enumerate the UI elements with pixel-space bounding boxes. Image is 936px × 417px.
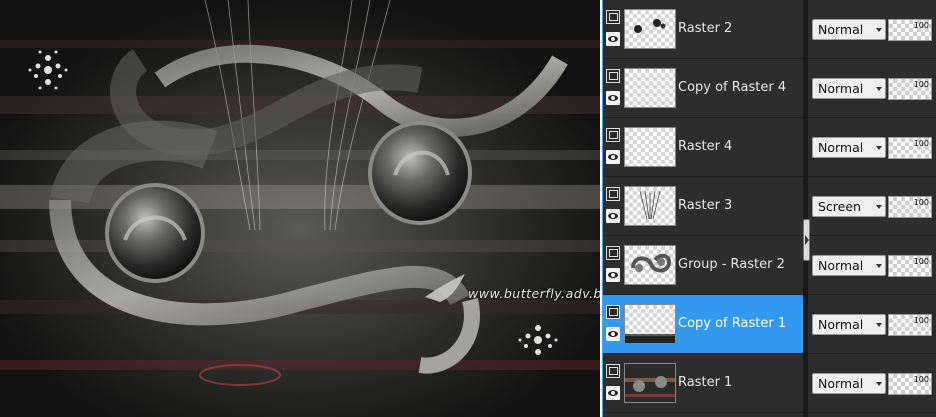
layer-name: Group - Raster 2 [678,257,785,272]
layer-row[interactable]: Raster 1 [603,354,803,413]
chevron-down-icon [876,28,882,32]
blend-opacity-panel: Normal 100 Normal 100 Normal 100 Screen 100 Norm… [808,0,936,417]
eye-icon[interactable] [606,209,620,223]
opacity-value: 100 [913,375,929,384]
chevron-down-icon [876,205,882,209]
layer-group-icon[interactable] [606,305,620,319]
eye-icon[interactable] [606,386,620,400]
layer-icons [606,10,622,54]
layer-name: Raster 4 [678,139,733,154]
opacity-field[interactable]: 100 [888,255,932,277]
chevron-down-icon [876,323,882,327]
blend-mode-dropdown[interactable]: Normal [812,137,886,158]
layer-thumbnail [624,9,676,49]
opacity-value: 100 [913,316,929,325]
layer-row[interactable]: Raster 2 [603,0,803,59]
blend-mode-value: Normal [818,258,864,273]
layer-icons [606,69,622,113]
layer-thumbnail [624,363,676,403]
layer-row[interactable]: Raster 4 [603,118,803,177]
opacity-value: 100 [913,198,929,207]
layer-row[interactable]: Group - Raster 2 [603,236,803,295]
opacity-value: 100 [913,21,929,30]
opacity-field[interactable]: 100 [888,314,932,336]
layer-row[interactable]: Copy of Raster 4 [603,59,803,118]
layer-thumbnail [624,245,676,285]
layer-group-icon[interactable] [606,10,620,24]
blend-mode-dropdown[interactable]: Normal [812,19,886,40]
layer-group-icon[interactable] [606,246,620,260]
layer-properties-row: Normal 100 [808,118,936,177]
blend-mode-value: Normal [818,140,864,155]
eye-icon[interactable] [606,32,620,46]
opacity-value: 100 [913,257,929,266]
opacity-field[interactable]: 100 [888,19,932,41]
blend-mode-value: Normal [818,81,864,96]
layer-thumbnail [624,68,676,108]
chevron-down-icon [876,264,882,268]
layer-icons [606,246,622,290]
layer-thumbnail [624,127,676,167]
blend-mode-value: Normal [818,317,864,332]
eye-icon[interactable] [606,327,620,341]
layers-panel: Raster 2 Copy of Raster 4 Raster 4 Raster 3… [603,0,803,417]
chevron-down-icon [876,146,882,150]
layer-row[interactable]: Copy of Raster 1 [603,295,803,354]
panel-collapse-icon[interactable] [803,219,810,261]
eye-icon[interactable] [606,150,620,164]
layer-group-icon[interactable] [606,128,620,142]
opacity-field[interactable]: 100 [888,137,932,159]
layer-name: Raster 3 [678,198,733,213]
opacity-value: 100 [913,80,929,89]
opacity-value: 100 [913,139,929,148]
blend-mode-value: Normal [818,376,864,391]
layer-name: Raster 1 [678,375,733,390]
layer-group-icon[interactable] [606,69,620,83]
blend-mode-value: Screen [818,199,861,214]
layer-properties-row: Screen 100 [808,177,936,236]
layer-thumbnail [624,304,676,344]
chevron-down-icon [876,382,882,386]
blend-mode-dropdown[interactable]: Screen [812,196,886,217]
layer-thumbnail [624,186,676,226]
blend-mode-dropdown[interactable]: Normal [812,314,886,335]
opacity-field[interactable]: 100 [888,78,932,100]
layer-properties-row: Normal 100 [808,236,936,295]
layer-icons [606,305,622,349]
layer-properties-row: Normal 100 [808,0,936,59]
chevron-down-icon [876,87,882,91]
layer-properties-row: Normal 100 [808,59,936,118]
layer-properties-row: Normal 100 [808,354,936,413]
image-canvas[interactable]: www.butterfly.adv.br [0,0,602,417]
opacity-field[interactable]: 100 [888,196,932,218]
layer-icons [606,187,622,231]
layer-group-icon[interactable] [606,364,620,378]
blend-mode-dropdown[interactable]: Normal [812,373,886,394]
layer-group-icon[interactable] [606,187,620,201]
layer-icons [606,364,622,408]
blend-mode-dropdown[interactable]: Normal [812,78,886,99]
layer-icons [606,128,622,172]
layer-name: Raster 2 [678,21,733,36]
watermark-text: www.butterfly.adv.br [468,286,602,301]
layer-properties-row: Normal 100 [808,295,936,354]
blend-mode-value: Normal [818,22,864,37]
blend-mode-dropdown[interactable]: Normal [812,255,886,276]
layer-name: Copy of Raster 4 [678,80,787,95]
canvas-artwork [0,0,600,417]
eye-icon[interactable] [606,91,620,105]
opacity-field[interactable]: 100 [888,373,932,395]
eye-icon[interactable] [606,268,620,282]
layer-row[interactable]: Raster 3 [603,177,803,236]
layer-name: Copy of Raster 1 [678,316,787,331]
